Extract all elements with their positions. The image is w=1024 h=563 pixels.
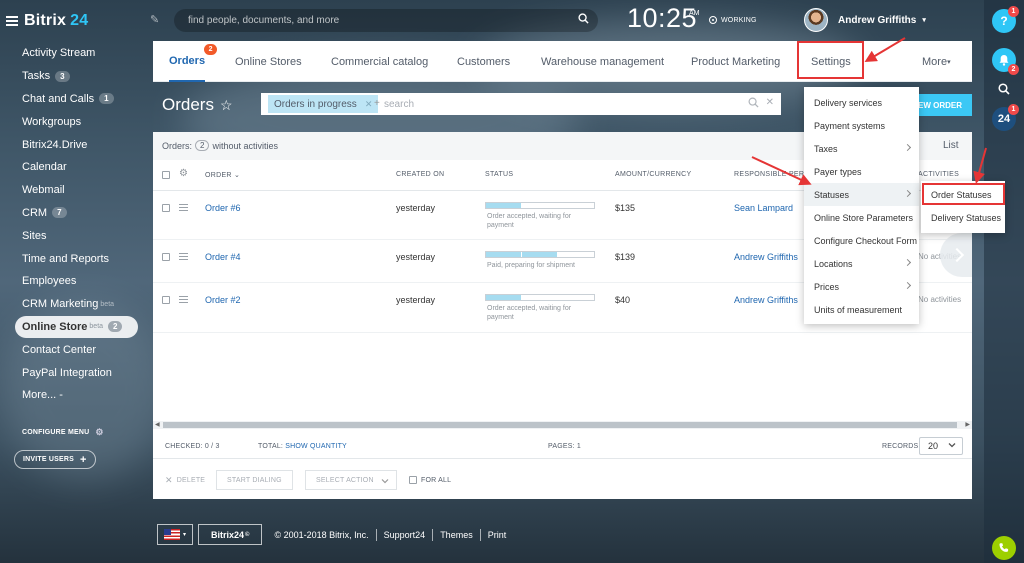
us-flag-icon xyxy=(163,529,180,540)
copyright-icon: © xyxy=(245,531,250,538)
bottom-bar: ▾ Bitrix24 © © 2001-2018 Bitrix, Inc. Sup… xyxy=(157,523,506,546)
divider xyxy=(375,528,377,541)
print-link[interactable]: Print xyxy=(488,530,507,540)
divider xyxy=(479,528,481,541)
divider xyxy=(432,528,434,541)
bitrix24-brand-button[interactable]: Bitrix24 © xyxy=(198,524,263,545)
language-selector[interactable]: ▾ xyxy=(157,524,193,545)
copyright-text: © 2001-2018 Bitrix, Inc. xyxy=(274,529,369,540)
themes-link[interactable]: Themes xyxy=(440,530,473,540)
arrow-to-statuses xyxy=(751,156,812,186)
brand-label: Bitrix24 xyxy=(211,529,245,540)
annotation-arrows xyxy=(751,37,987,186)
arrow-to-order-statuses xyxy=(973,147,987,184)
arrow-to-settings xyxy=(864,37,906,63)
support24-link[interactable]: Support24 xyxy=(384,530,426,540)
chevron-down-icon: ▾ xyxy=(182,532,186,538)
